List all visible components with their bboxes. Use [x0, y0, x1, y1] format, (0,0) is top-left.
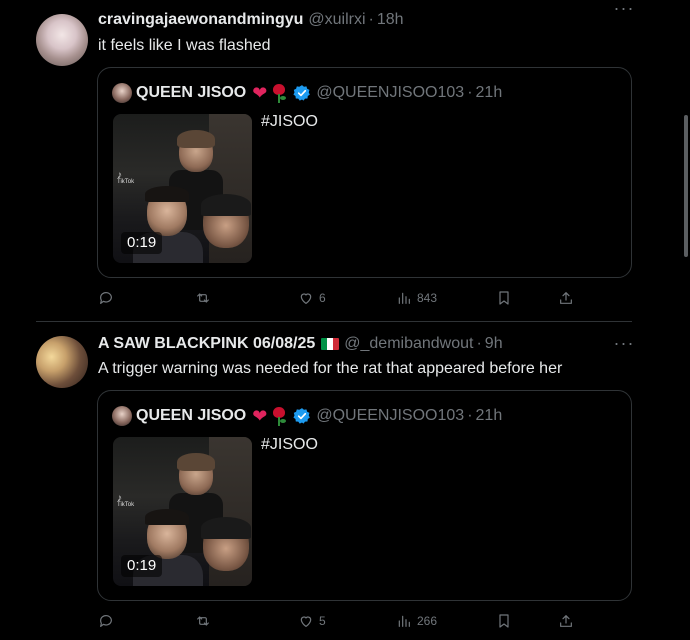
- share-button[interactable]: [558, 288, 574, 308]
- quote-text: #JISOO: [261, 113, 318, 130]
- quote-author-name: QUEEN JISOO: [136, 84, 247, 101]
- reply-icon: [100, 292, 112, 304]
- verified-badge-icon: [293, 408, 311, 424]
- bookmark-icon: [499, 291, 509, 305]
- quote-avatar: [112, 83, 132, 103]
- reply-button[interactable]: [98, 288, 114, 308]
- like-count: 6: [319, 291, 326, 305]
- bookmark-button[interactable]: [496, 288, 512, 308]
- quote-header: QUEEN JISOO ❤ @QUEENJISOO103 · 21h: [112, 405, 502, 427]
- view-count: 266: [417, 614, 438, 628]
- views-icon: [398, 292, 410, 304]
- retweet-icon: [197, 616, 209, 626]
- retweet-icon: [197, 293, 209, 303]
- like-icon: [300, 616, 312, 627]
- tweet-text: it feels like I was flashed: [98, 37, 271, 54]
- separator-dot: ·: [467, 407, 473, 424]
- tweet-header: cravingajaewonandmingyu @xuilrxi · 18h: [98, 8, 404, 32]
- view-count: 843: [417, 291, 438, 305]
- rose-emoji-icon: [271, 83, 287, 103]
- scrollbar[interactable]: [684, 115, 688, 257]
- timestamp[interactable]: 9h: [485, 335, 503, 353]
- quote-author-handle: @QUEENJISOO103: [316, 407, 465, 424]
- bookmark-button[interactable]: [496, 611, 512, 631]
- more-icon[interactable]: ···: [612, 0, 636, 20]
- retweet-button[interactable]: [195, 611, 211, 631]
- share-icon: [560, 292, 572, 304]
- tweet-header: A SAW BLACKPINK 06/08/25 @_demibandwout …: [98, 332, 503, 356]
- like-button[interactable]: 5: [298, 611, 326, 631]
- video-duration: 0:19: [121, 232, 163, 254]
- author-handle[interactable]: @_demibandwout: [344, 335, 473, 353]
- italy-flag-icon: [321, 338, 340, 350]
- like-icon: [300, 293, 312, 304]
- tiktok-watermark: ♪ TikTok: [117, 493, 135, 509]
- separator-dot: ·: [476, 335, 482, 352]
- quote-tweet[interactable]: QUEEN JISOO ❤ @QUEENJISOO103 · 21h ♪ TikT…: [97, 67, 632, 278]
- share-icon: [560, 615, 572, 627]
- separator-dot: ·: [368, 11, 374, 28]
- tweet[interactable]: cravingajaewonandmingyu @xuilrxi · 18h ·…: [0, 0, 690, 321]
- quote-author-name: QUEEN JISOO: [136, 407, 247, 424]
- views-icon: [398, 615, 410, 627]
- quote-timestamp: 21h: [475, 84, 503, 101]
- views-button[interactable]: 266: [396, 611, 437, 631]
- quote-timestamp: 21h: [475, 407, 503, 424]
- quote-avatar: [112, 406, 132, 426]
- tiktok-watermark: ♪ TikTok: [117, 170, 135, 186]
- verified-badge-icon: [293, 85, 311, 101]
- like-button[interactable]: 6: [298, 288, 326, 308]
- tweet-text: A trigger warning was needed for the rat…: [98, 360, 563, 377]
- tweet[interactable]: A SAW BLACKPINK 06/08/25 @_demibandwout …: [0, 322, 690, 640]
- retweet-button[interactable]: [195, 288, 211, 308]
- rose-emoji-icon: [271, 406, 287, 426]
- author-handle[interactable]: @xuilrxi: [308, 11, 365, 29]
- quote-tweet[interactable]: QUEEN JISOO ❤ @QUEENJISOO103 · 21h ♪ TikT…: [97, 390, 632, 601]
- views-button[interactable]: 843: [396, 288, 437, 308]
- author-name[interactable]: cravingajaewonandmingyu: [98, 11, 303, 29]
- like-count: 5: [319, 614, 326, 628]
- quote-header: QUEEN JISOO ❤ @QUEENJISOO103 · 21h: [112, 82, 502, 104]
- video-duration: 0:19: [121, 555, 163, 577]
- avatar[interactable]: [36, 336, 88, 388]
- separator-dot: ·: [467, 84, 473, 101]
- bookmark-icon: [499, 614, 509, 628]
- video-thumbnail[interactable]: ♪ TikTok 0:19: [113, 437, 252, 586]
- avatar[interactable]: [36, 14, 88, 66]
- reply-icon: [100, 615, 112, 627]
- author-name[interactable]: A SAW BLACKPINK 06/08/25: [98, 335, 315, 353]
- reply-button[interactable]: [98, 611, 114, 631]
- quote-author-handle: @QUEENJISOO103: [316, 84, 465, 101]
- quote-text: #JISOO: [261, 436, 318, 453]
- timestamp[interactable]: 18h: [377, 11, 404, 29]
- action-bar: 6 843: [98, 288, 578, 308]
- action-bar: 5 266: [98, 611, 578, 631]
- heart-emoji-icon: ❤: [252, 82, 268, 103]
- video-thumbnail[interactable]: ♪ TikTok 0:19: [113, 114, 252, 263]
- more-icon[interactable]: ···: [612, 334, 636, 355]
- heart-emoji-icon: ❤: [252, 405, 268, 426]
- share-button[interactable]: [558, 611, 574, 631]
